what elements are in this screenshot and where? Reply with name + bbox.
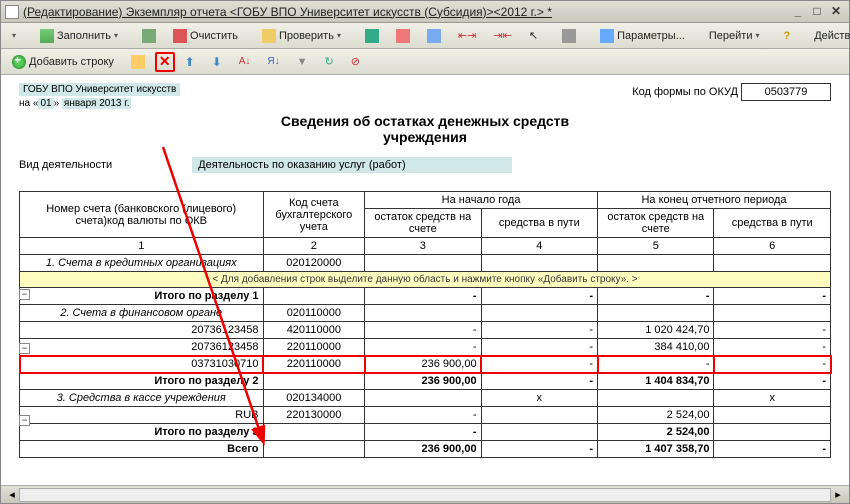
statusbar: ◂ ▸ — [1, 485, 849, 503]
grid2-icon[interactable] — [389, 26, 417, 46]
nav-back-button[interactable]: ▾ — [5, 26, 23, 46]
table-row[interactable]: 20736123458220110000 -- 384 410,00- — [20, 339, 831, 356]
col-end-transit: средства в пути — [714, 209, 831, 238]
section-2-subtotal: Итого по разделу 2 236 900,00- 1 404 834… — [20, 373, 831, 390]
section-3-header[interactable]: 3. Средства в кассе учреждения020134000 … — [20, 390, 831, 407]
tree-toggle-s2[interactable]: − — [19, 343, 30, 354]
move-down-button[interactable]: ⬇ — [205, 52, 229, 72]
col-end: На конец отчетного периода — [598, 192, 831, 209]
main-toolbar: ▾ Заполнить▾ Очистить Проверить▾ ⇤⇥ ⇥⇤ ↖… — [1, 23, 849, 49]
tree-toggle-s3[interactable]: − — [19, 415, 30, 426]
section-3-subtotal: Итого по разделу 3 - 2 524,00 — [20, 424, 831, 441]
section-1-subtotal: Итого по разделу 1 -- -- — [20, 288, 831, 305]
table-row-highlighted[interactable]: 03731030710220110000 236 900,00- -- — [20, 356, 831, 373]
report-date: на «01» января 2013 г. — [19, 98, 180, 109]
add-row-button[interactable]: Добавить строку — [5, 52, 121, 72]
help-button[interactable]: ? — [776, 26, 797, 46]
minimize-button[interactable]: _ — [789, 4, 807, 20]
clear-button[interactable]: Очистить — [166, 26, 245, 46]
cursor-icon[interactable]: ↖ — [522, 26, 545, 46]
move-up-button[interactable]: ⬆ — [178, 52, 202, 72]
filter-button[interactable]: ▼ — [290, 52, 315, 72]
section-1-header[interactable]: 1. Счета в кредитных организациях0201200… — [20, 255, 831, 272]
okud-label: Код формы по ОКУД — [632, 86, 738, 98]
scroll-left-button[interactable]: ◂ — [5, 488, 19, 501]
actions-button[interactable]: Действия▾ — [807, 26, 850, 46]
section-2-header[interactable]: 2. Счета в финансовом органе020110000 — [20, 305, 831, 322]
report-table: Номер счета (банковского (лицевого) счет… — [19, 191, 831, 458]
delete-row-button[interactable]: ✕ — [155, 52, 175, 72]
org-name: ГОБУ ВПО Университет искусств — [19, 83, 180, 96]
close-button[interactable]: ✕ — [827, 4, 845, 20]
collapse-h-icon[interactable]: ⇤⇥ — [451, 26, 483, 46]
fill-button[interactable]: Заполнить▾ — [33, 26, 125, 46]
copy-row-button[interactable] — [124, 52, 152, 72]
plus-icon — [12, 55, 26, 69]
okud-input[interactable] — [741, 83, 831, 101]
maximize-button[interactable]: □ — [808, 4, 826, 20]
col-code: Код счета бухгалтерского учета — [263, 192, 365, 238]
edit-button[interactable] — [135, 26, 163, 46]
row-toolbar: Добавить строку ✕ ⬆ ⬇ A↓ Я↓ ▼ ↻ ⊘ — [1, 49, 849, 75]
titlebar: (Редактирование) Экземпляр отчета <ГОБУ … — [1, 1, 849, 23]
app-icon — [5, 5, 19, 19]
col-begin: На начало года — [365, 192, 598, 209]
check-button[interactable]: Проверить▾ — [255, 26, 348, 46]
col-begin-transit: средства в пути — [481, 209, 597, 238]
report-content: ГОБУ ВПО Университет искусств на «01» ян… — [1, 75, 849, 485]
table-row[interactable]: RUB220130000 - 2 524,00 — [20, 407, 831, 424]
grid1-icon[interactable] — [358, 26, 386, 46]
tree-toggle-s1[interactable]: − — [19, 289, 30, 300]
x-icon: ✕ — [159, 53, 171, 70]
cancel-button[interactable]: ⊘ — [344, 52, 367, 72]
refresh-button[interactable]: ↻ — [318, 52, 341, 72]
col-end-balance: остаток средств на счете — [598, 209, 714, 238]
activity-value[interactable]: Деятельность по оказанию услуг (работ) — [192, 157, 512, 173]
grid3-icon[interactable] — [420, 26, 448, 46]
window-title: (Редактирование) Экземпляр отчета <ГОБУ … — [23, 5, 788, 19]
expand-h-icon[interactable]: ⇥⇤ — [486, 26, 518, 46]
arrow-down-icon: ⬇ — [212, 55, 222, 69]
table-row[interactable]: 20736123458420110000 -- 1 020 424,70- — [20, 322, 831, 339]
arrow-up-icon: ⬆ — [185, 55, 195, 69]
activity-label: Вид деятельности — [19, 159, 112, 171]
document-title: Сведения об остатках денежных средствучр… — [19, 113, 831, 145]
params-button[interactable]: Параметры... — [593, 26, 692, 46]
print-button[interactable] — [555, 26, 583, 46]
scroll-right-button[interactable]: ▸ — [831, 488, 845, 501]
okud-block: Код формы по ОКУД — [632, 83, 831, 101]
h-scrollbar[interactable] — [19, 488, 831, 502]
col-account: Номер счета (банковского (лицевого) счет… — [20, 192, 264, 238]
grand-total: Всего 236 900,00- 1 407 358,70- — [20, 441, 831, 458]
goto-button[interactable]: Перейти▾ — [702, 26, 767, 46]
sort-desc-button[interactable]: Я↓ — [260, 52, 286, 72]
add-row-hint[interactable]: < Для добавления строк выделите данную о… — [20, 272, 831, 288]
col-begin-balance: остаток средств на счете — [365, 209, 481, 238]
sort-asc-button[interactable]: A↓ — [232, 52, 258, 72]
